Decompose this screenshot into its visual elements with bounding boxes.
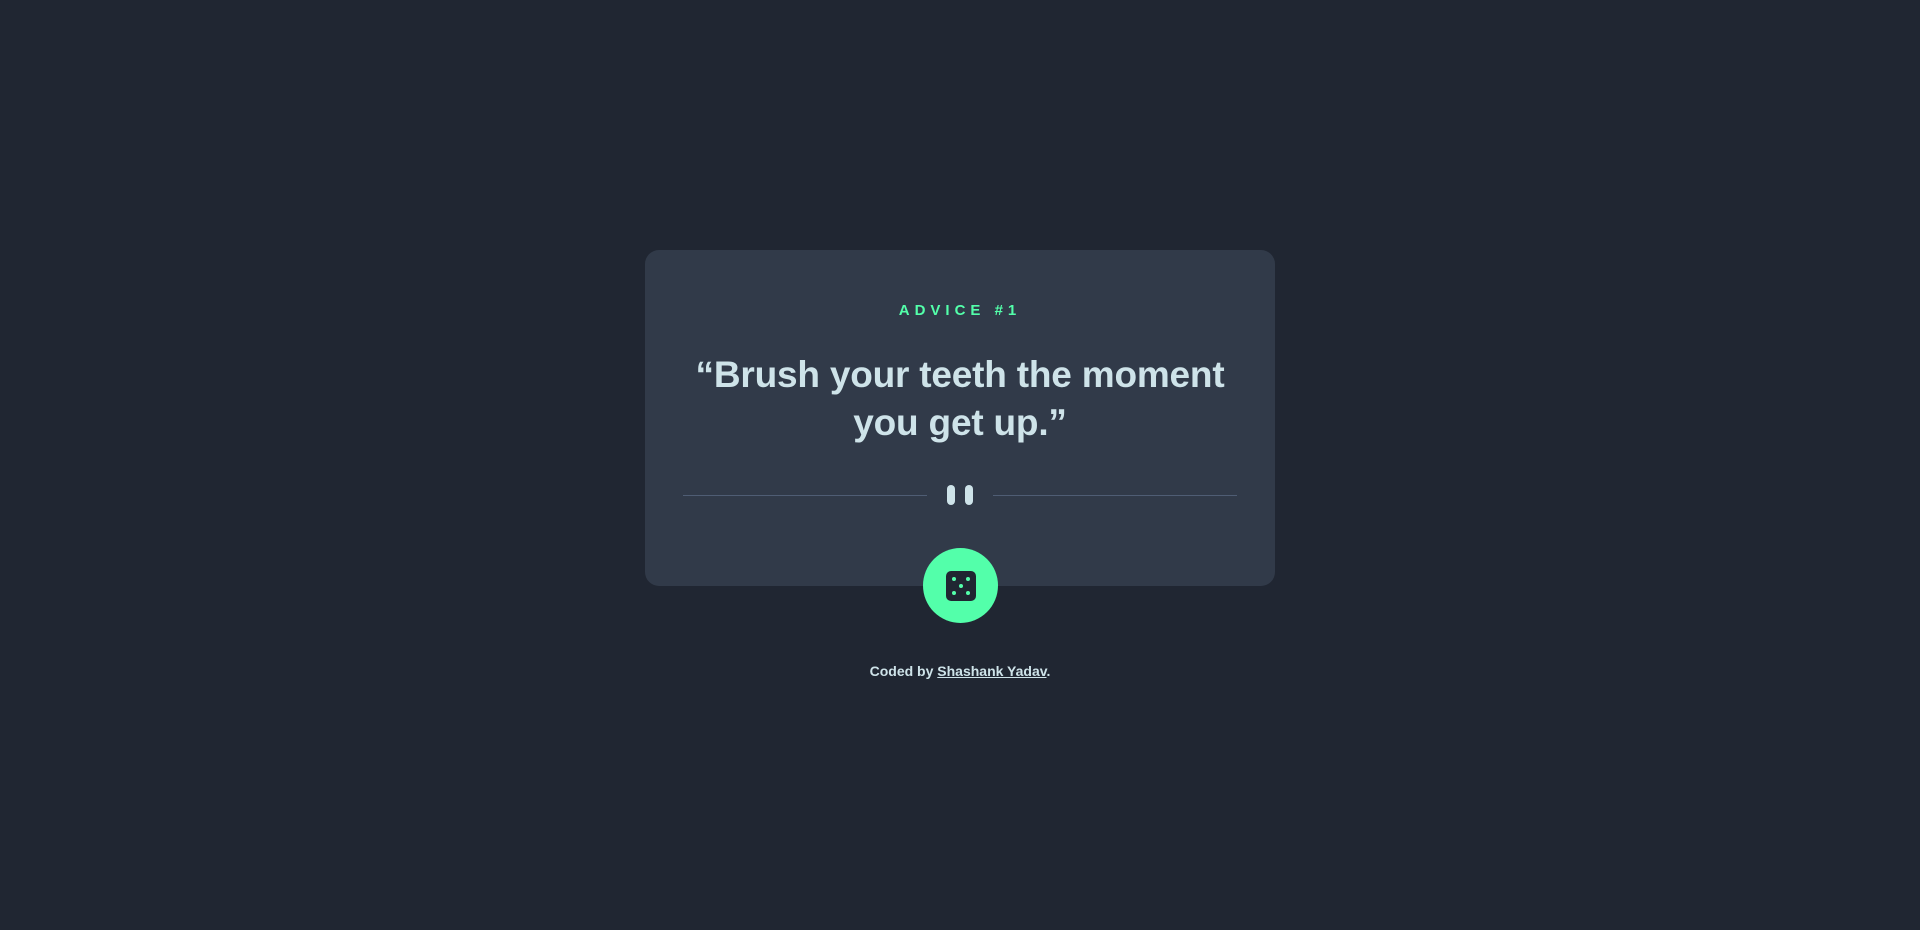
dice-icon	[945, 570, 976, 601]
pause-bar-left	[947, 485, 955, 505]
divider	[683, 485, 1237, 505]
dice-dot	[965, 576, 970, 581]
divider-line-left	[683, 495, 927, 496]
author-link[interactable]: Shashank Yadav	[937, 663, 1046, 679]
dice-dot	[951, 590, 956, 595]
dice-dot	[965, 590, 970, 595]
pause-icon	[947, 485, 973, 505]
pause-bar-right	[965, 485, 973, 505]
footer: Coded by Shashank Yadav.	[0, 663, 1920, 679]
generate-advice-button[interactable]	[923, 548, 998, 623]
dice-dot	[958, 583, 963, 588]
divider-line-right	[993, 495, 1237, 496]
advice-card: ADVICE #1 “Brush your teeth the moment y…	[645, 250, 1275, 586]
footer-prefix: Coded by	[869, 663, 938, 679]
advice-label: ADVICE #1	[898, 302, 1022, 319]
footer-suffix: .	[1046, 663, 1051, 679]
dice-dot	[951, 576, 956, 581]
advice-quote: “Brush your teeth the moment you get up.…	[695, 354, 1225, 443]
